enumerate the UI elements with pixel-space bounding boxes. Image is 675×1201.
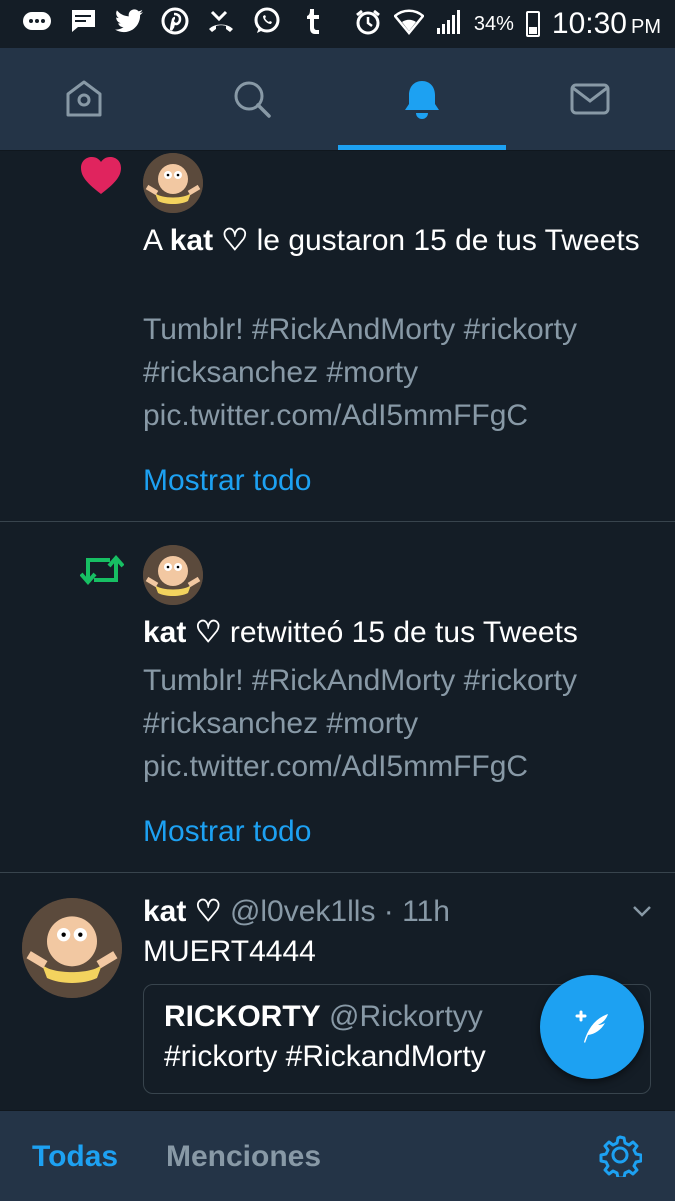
clock: 10:30 PM <box>552 7 661 41</box>
clock-ampm: PM <box>631 16 661 38</box>
notifications-filter-bar: Todas Menciones <box>0 1110 675 1201</box>
missed-call-icon <box>206 7 236 42</box>
tab-home[interactable] <box>0 48 168 150</box>
chevron-down-icon[interactable] <box>631 900 653 922</box>
wifi-icon <box>393 9 425 40</box>
mail-icon <box>570 83 610 115</box>
tab-messages[interactable] <box>506 48 674 150</box>
tweet-text: MUERT4444 <box>143 935 316 968</box>
quoted-author-handle: @Rickortyy <box>329 1000 483 1033</box>
compose-tweet-button[interactable] <box>540 975 644 1079</box>
show-all-link[interactable]: Mostrar todo <box>143 812 311 852</box>
notification-text: kat ♡ retwitteó 15 de tus Tweets <box>143 611 643 654</box>
notification-prefix: A <box>143 224 170 257</box>
quoted-author-name: RICKORTY <box>164 1000 321 1033</box>
battery-percent: 34% <box>473 12 514 35</box>
tweet-author-handle[interactable]: @l0vek1lls · 11h <box>230 895 450 928</box>
signal-icon <box>436 9 462 39</box>
tweet-header: kat ♡ @l0vek1lls · 11h <box>143 892 450 932</box>
battery-icon <box>525 11 540 37</box>
gear-icon[interactable] <box>598 1133 642 1177</box>
avatar[interactable] <box>143 153 203 213</box>
alarm-icon <box>354 8 382 41</box>
notification-retweet[interactable]: kat ♡ retwitteó 15 de tus Tweets Tumblr!… <box>0 522 675 873</box>
pinterest-icon <box>160 7 190 42</box>
quoted-tweet-header: RICKORTY @Rickortyy <box>164 999 483 1035</box>
tab-all[interactable]: Todas <box>32 1137 118 1177</box>
show-all-link[interactable]: Mostrar todo <box>143 461 311 501</box>
sms-icon <box>68 7 98 42</box>
notification-user[interactable]: kat ♡ <box>170 224 249 257</box>
avatar[interactable] <box>143 545 203 605</box>
bell-icon <box>405 81 439 119</box>
notification-like[interactable]: A kat ♡ le gustaron 15 de tus Tweets Tum… <box>0 150 675 522</box>
whatsapp-icon <box>252 7 282 42</box>
notification-action: retwitteó 15 de tus Tweets <box>221 616 578 649</box>
compose-quill-icon <box>575 1010 608 1043</box>
top-tab-bar <box>0 48 675 151</box>
notification-tweet-text: Tumblr! #RickAndMorty #rickorty #ricksan… <box>143 664 577 783</box>
messages-icon <box>22 8 52 41</box>
status-bar: 34% 10:30 PM <box>0 0 675 48</box>
tumblr-icon <box>298 7 328 42</box>
search-icon <box>234 81 271 118</box>
heart-icon <box>81 157 121 194</box>
notification-user[interactable]: kat ♡ <box>143 616 222 649</box>
clock-time: 10:30 <box>551 7 627 40</box>
retweet-icon <box>80 554 124 586</box>
notification-tweet-text: Tumblr! #RickAndMorty #rickorty #ricksan… <box>143 313 577 432</box>
notification-action: le gustaron 15 de tus Tweets <box>248 224 640 257</box>
tab-search[interactable] <box>168 48 336 150</box>
tweet-avatar[interactable] <box>22 898 122 998</box>
tweet-author-name[interactable]: kat ♡ <box>143 895 222 928</box>
notifications-feed[interactable]: A kat ♡ le gustaron 15 de tus Tweets Tum… <box>0 150 675 873</box>
twitter-icon <box>114 8 144 40</box>
quoted-tweet-text: #rickorty #RickandMorty <box>164 1040 486 1073</box>
notification-text: A kat ♡ le gustaron 15 de tus Tweets <box>143 219 643 262</box>
tab-mentions[interactable]: Menciones <box>166 1137 321 1177</box>
tab-notifications[interactable] <box>338 48 506 150</box>
home-icon <box>66 80 102 117</box>
